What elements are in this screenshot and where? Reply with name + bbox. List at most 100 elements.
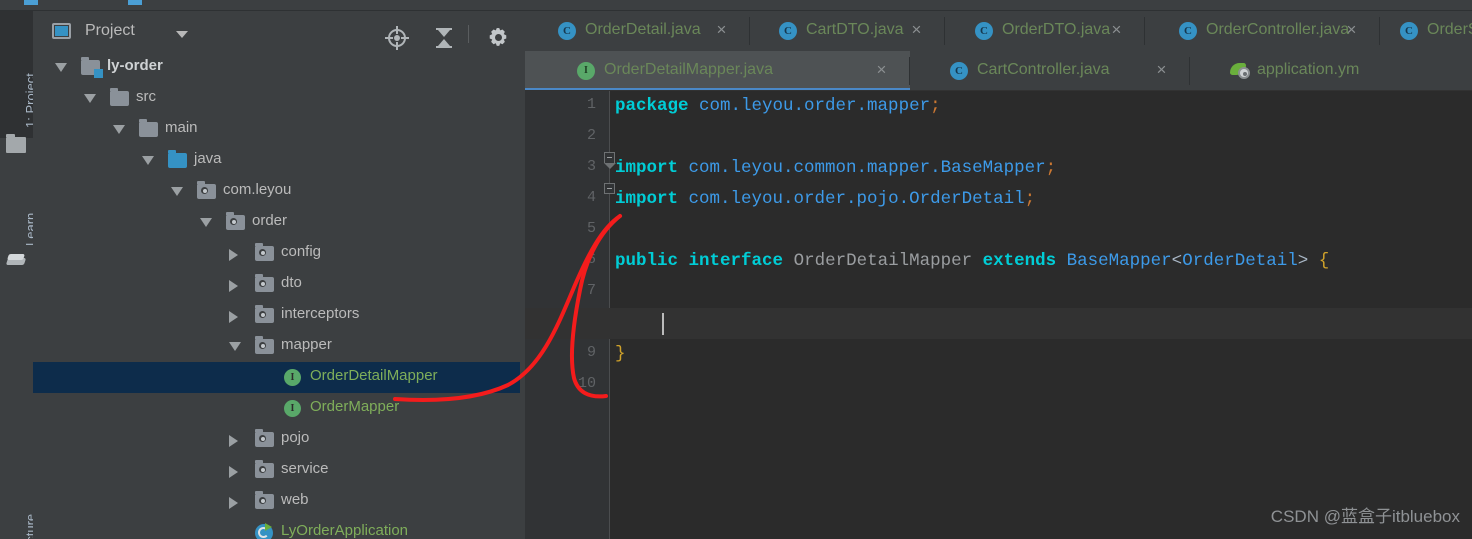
interface-icon: I xyxy=(284,400,301,417)
folder-icon xyxy=(110,88,129,106)
text-caret xyxy=(662,313,664,335)
source-root-icon xyxy=(168,150,187,168)
code-fold-region-start-icon[interactable] xyxy=(604,152,616,169)
package-icon xyxy=(255,243,274,261)
editor-tab-row-2: I OrderDetailMapper.java × C CartController.… xyxy=(525,51,1472,91)
tree-row[interactable]: config xyxy=(33,238,525,269)
editor-tab-label: OrderDetailMapper.java xyxy=(604,61,773,78)
editor-tab-label: CartController.java xyxy=(977,61,1110,78)
locate-file-icon[interactable] xyxy=(385,26,409,50)
tree-row[interactable]: src xyxy=(33,83,525,114)
chevron-down-icon[interactable] xyxy=(55,63,67,72)
tree-row-label: mapper xyxy=(281,336,332,353)
chevron-down-icon[interactable] xyxy=(200,218,212,227)
folder-icon xyxy=(6,134,26,153)
close-icon[interactable]: × xyxy=(1154,61,1169,78)
line-number: 9 xyxy=(586,344,596,361)
gear-icon[interactable] xyxy=(487,26,509,48)
tree-row[interactable]: interceptors xyxy=(33,300,525,331)
editor-tab[interactable]: C OrderS xyxy=(1380,11,1472,51)
tree-row-label: com.leyou xyxy=(223,181,292,198)
chevron-down-icon[interactable] xyxy=(229,342,241,351)
close-icon[interactable]: × xyxy=(1109,21,1124,38)
chevron-down-icon[interactable] xyxy=(113,125,125,134)
close-icon[interactable]: × xyxy=(1344,21,1359,38)
tree-row[interactable]: main xyxy=(33,114,525,145)
editor-tab[interactable]: C OrderDTO.java × xyxy=(945,11,1145,51)
line-number: 1 xyxy=(586,96,596,113)
tree-row-label: src xyxy=(136,88,156,105)
spring-yaml-icon xyxy=(1230,62,1252,80)
tree-row-label: pojo xyxy=(281,429,310,446)
code-line: package com.leyou.order.mapper; xyxy=(615,96,941,116)
chevron-right-icon[interactable] xyxy=(229,466,238,478)
chevron-right-icon[interactable] xyxy=(229,497,238,509)
code-fold-region-end-icon[interactable] xyxy=(604,183,615,194)
chevron-down-icon[interactable] xyxy=(142,156,154,165)
editor-tab[interactable]: C CartController.java × xyxy=(910,51,1190,91)
tree-row[interactable]: dto xyxy=(33,269,525,300)
current-line-highlight xyxy=(525,308,1472,339)
editor-tab-label: CartDTO.java xyxy=(806,21,904,38)
line-number: 6 xyxy=(586,251,596,268)
tree-row-label: web xyxy=(281,491,309,508)
tree-row-label: java xyxy=(194,150,222,167)
close-icon[interactable]: × xyxy=(909,21,924,38)
tree-row-label: service xyxy=(281,460,329,477)
tree-row-label: config xyxy=(281,243,322,260)
editor-tab[interactable]: C CartDTO.java × xyxy=(750,11,945,51)
editor-tab[interactable]: I OrderDetailMapper.java × xyxy=(525,51,910,91)
tree-row-label: LyOrderApplication xyxy=(281,522,409,539)
editor-tab-label: OrderController.java xyxy=(1206,21,1350,38)
line-number: 7 xyxy=(586,282,596,299)
chevron-down-icon[interactable] xyxy=(84,94,96,103)
main-toolbar-sliver xyxy=(0,0,1472,11)
chevron-down-icon[interactable] xyxy=(176,31,188,38)
class-icon: C xyxy=(1179,22,1197,40)
tree-row[interactable]: web xyxy=(33,486,525,517)
chevron-right-icon[interactable] xyxy=(229,280,238,292)
tree-row[interactable]: I OrderMapper xyxy=(33,393,525,424)
class-icon: C xyxy=(779,22,797,40)
editor-tab-label: OrderDTO.java xyxy=(1002,21,1111,38)
package-icon xyxy=(226,212,245,230)
chevron-right-icon[interactable] xyxy=(229,249,238,261)
tree-row[interactable]: java xyxy=(33,145,525,176)
tree-row[interactable]: pojo xyxy=(33,424,525,455)
editor-tab[interactable]: C OrderDetail.java × xyxy=(525,11,750,51)
tree-row[interactable]: mapper xyxy=(33,331,525,362)
collapse-all-icon[interactable] xyxy=(433,27,455,49)
code-line: import com.leyou.common.mapper.BaseMappe… xyxy=(615,158,1057,178)
close-icon[interactable]: × xyxy=(874,61,889,78)
project-tree[interactable]: ly-order src main java com.leyou order config d… xyxy=(33,52,525,539)
chevron-right-icon[interactable] xyxy=(229,311,238,323)
chevron-right-icon[interactable] xyxy=(229,435,238,447)
close-icon[interactable]: × xyxy=(714,21,729,38)
tree-row[interactable]: com.leyou xyxy=(33,176,525,207)
package-icon xyxy=(255,274,274,292)
code-content[interactable]: package com.leyou.order.mapper; import co… xyxy=(525,91,1472,539)
editor-tab[interactable]: C OrderController.java × xyxy=(1145,11,1380,51)
code-line: public interface OrderDetailMapper exten… xyxy=(615,251,1330,271)
package-icon xyxy=(255,305,274,323)
tree-row-label: interceptors xyxy=(281,305,360,322)
class-icon: C xyxy=(950,62,968,80)
tree-row[interactable]: I OrderDetailMapper xyxy=(33,362,525,393)
chevron-down-icon[interactable] xyxy=(171,187,183,196)
ide-window: 1: Project Learn ucture Project ly-order… xyxy=(0,0,1472,539)
editor-tab-label: application.ym xyxy=(1257,61,1360,78)
layers-icon xyxy=(5,254,27,269)
tree-row-label: order xyxy=(252,212,288,229)
panel-title: Project xyxy=(85,22,135,39)
line-number: 2 xyxy=(586,127,596,144)
class-icon: C xyxy=(975,22,993,40)
tree-row[interactable]: order xyxy=(33,207,525,238)
line-number: 5 xyxy=(586,220,596,237)
editor-tab[interactable]: application.ym xyxy=(1190,51,1472,91)
tree-row[interactable]: ly-order xyxy=(33,52,525,83)
tree-row[interactable]: LyOrderApplication xyxy=(33,517,525,539)
left-tool-stripe: 1: Project Learn ucture xyxy=(0,11,38,539)
module-folder-icon xyxy=(81,57,103,78)
tree-row[interactable]: service xyxy=(33,455,525,486)
tree-row-label: OrderDetailMapper xyxy=(310,367,438,384)
